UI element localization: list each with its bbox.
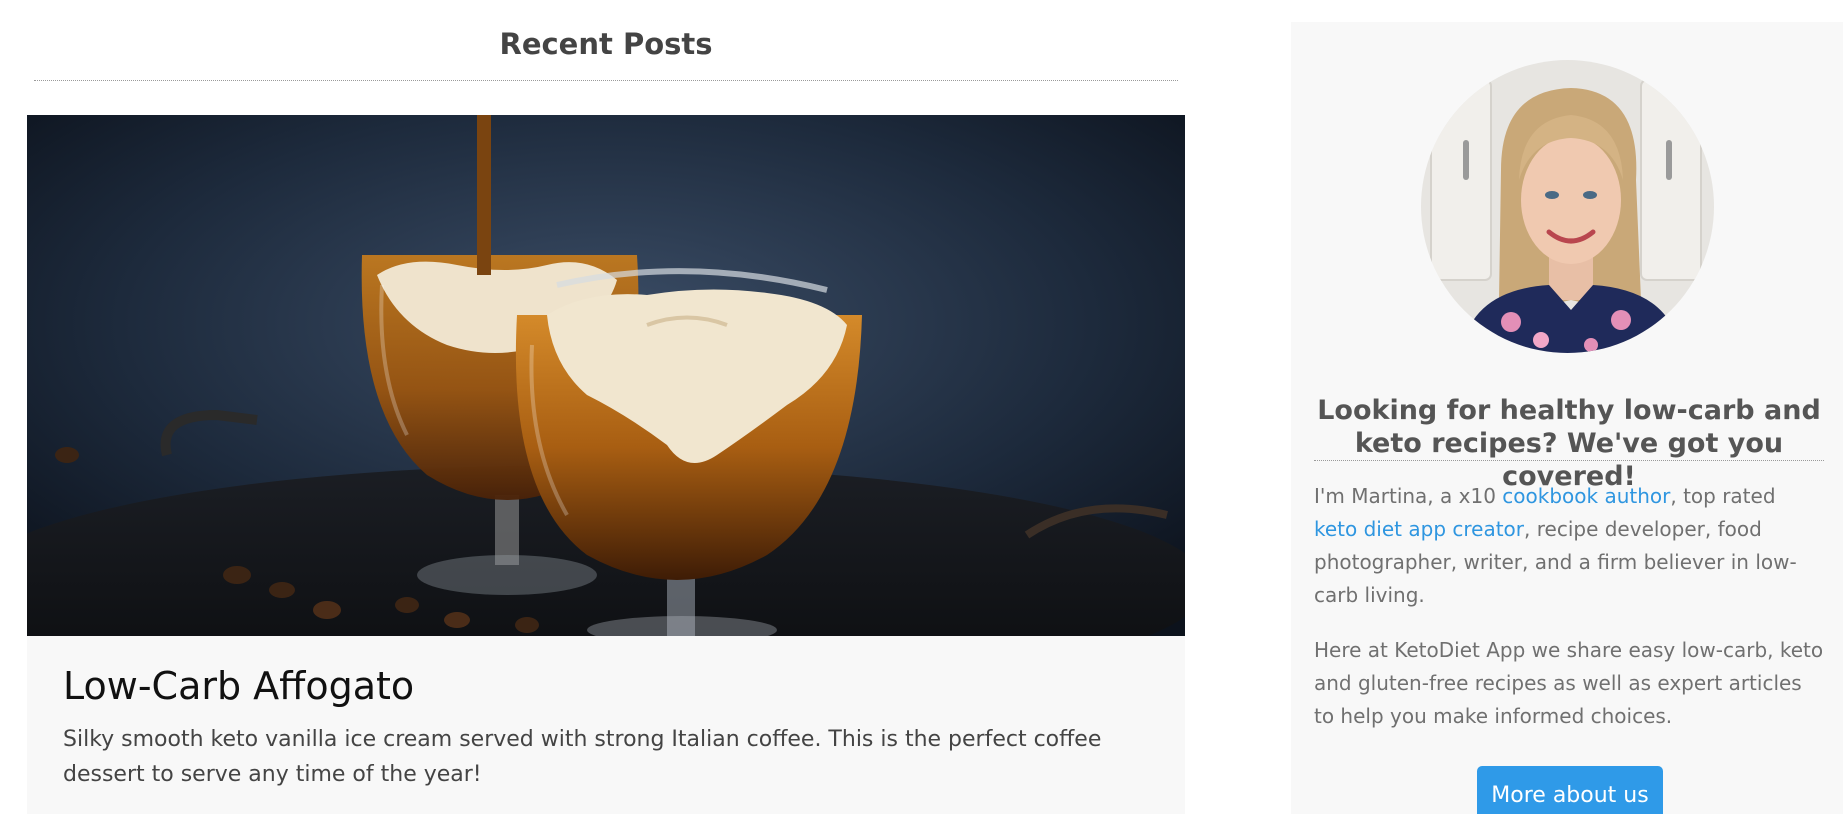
- about-paragraph: I'm Martina, a x10 cookbook author, top …: [1314, 480, 1824, 612]
- mission-paragraph: Here at KetoDiet App we share easy low-c…: [1314, 638, 1824, 728]
- avatar-image: [1421, 60, 1714, 353]
- section-divider: [34, 80, 1178, 81]
- post-excerpt: Silky smooth keto vanilla ice cream serv…: [63, 726, 1102, 787]
- cookbook-author-link[interactable]: cookbook author: [1502, 484, 1670, 508]
- post-body: Low-Carb Affogato Silky smooth keto vani…: [27, 636, 1185, 792]
- sidebar-heading: Looking for healthy low-carb and keto re…: [1317, 395, 1821, 492]
- more-about-us-button[interactable]: More about us: [1477, 766, 1663, 814]
- sidebar-divider: [1314, 460, 1824, 461]
- about-mid-text: , top rated: [1670, 484, 1776, 508]
- about-intro-text: I'm Martina, a x10: [1314, 484, 1503, 508]
- section-title: Recent Posts: [499, 27, 713, 61]
- about-sidebar: Looking for healthy low-carb and keto re…: [1291, 22, 1843, 814]
- post-image[interactable]: [27, 115, 1185, 636]
- post-title[interactable]: Low-Carb Affogato: [63, 665, 1149, 708]
- page: Recent Posts Low-Carb Affogato Silky smo…: [0, 0, 1843, 814]
- keto-app-link[interactable]: keto diet app creator: [1314, 517, 1524, 541]
- avatar: [1421, 60, 1714, 353]
- post-card[interactable]: Low-Carb Affogato Silky smooth keto vani…: [27, 115, 1185, 814]
